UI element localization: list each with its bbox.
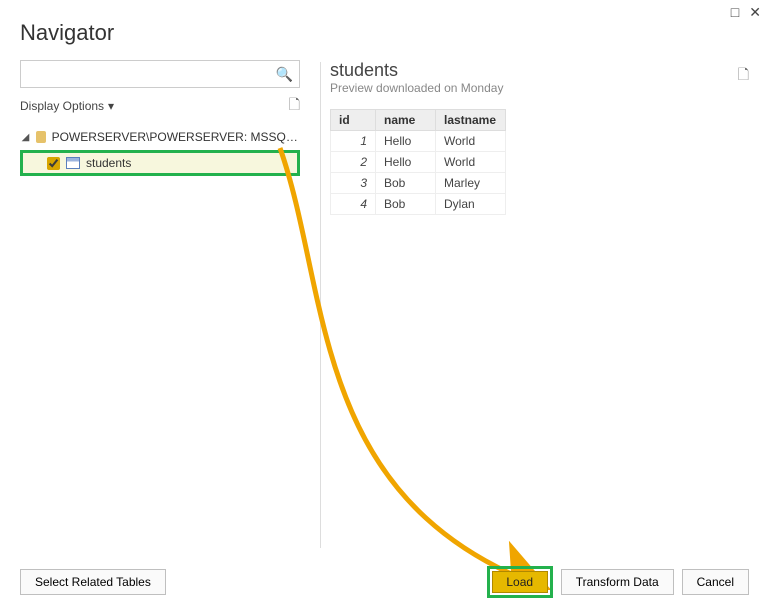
table-row: 1 Hello World [331, 131, 506, 152]
cell-name: Hello [376, 131, 436, 152]
cell-lastname: Dylan [436, 194, 506, 215]
preview-panel: students Preview downloaded on Monday 🗋 … [330, 60, 749, 215]
nav-tree: ◢ POWERSERVER\POWERSERVER: MSSQLDB [1] s… [20, 126, 300, 176]
preview-subtitle: Preview downloaded on Monday [330, 81, 749, 95]
table-row: 3 Bob Marley [331, 173, 506, 194]
cancel-button[interactable]: Cancel [682, 569, 749, 595]
maximize-icon[interactable]: □ [731, 4, 739, 21]
close-icon[interactable]: ✕ [749, 4, 761, 21]
preview-refresh-icon[interactable]: 🗋 [738, 64, 749, 88]
cell-id: 4 [331, 194, 376, 215]
students-checkbox[interactable] [47, 157, 60, 170]
refresh-icon[interactable]: 🗋 [289, 94, 300, 118]
page-title: Navigator [20, 20, 114, 46]
col-name[interactable]: name [376, 110, 436, 131]
cell-lastname: Marley [436, 173, 506, 194]
vertical-divider [320, 62, 321, 548]
search-box[interactable]: 🔍 [20, 60, 300, 88]
cell-name: Bob [376, 194, 436, 215]
load-button[interactable]: Load [492, 571, 548, 593]
select-related-tables-button[interactable]: Select Related Tables [20, 569, 166, 595]
footer: Select Related Tables Load Transform Dat… [20, 566, 749, 598]
load-highlight: Load [487, 566, 553, 598]
search-icon[interactable]: 🔍 [276, 66, 293, 83]
tree-leaf-students[interactable]: students [20, 150, 300, 176]
table-row: 4 Bob Dylan [331, 194, 506, 215]
tree-leaf-label: students [86, 156, 131, 170]
cell-lastname: World [436, 152, 506, 173]
search-input[interactable] [27, 66, 276, 82]
database-icon [35, 130, 48, 144]
table-header-row: id name lastname [331, 110, 506, 131]
tree-root-row[interactable]: ◢ POWERSERVER\POWERSERVER: MSSQLDB [1] [20, 126, 300, 148]
display-options-label: Display Options [20, 99, 104, 113]
chevron-down-icon: ▾ [108, 99, 114, 113]
cell-id: 2 [331, 152, 376, 173]
preview-table: id name lastname 1 Hello World 2 Hello W… [330, 109, 506, 215]
cell-id: 3 [331, 173, 376, 194]
left-panel: 🔍 Display Options ▾ 🗋 ◢ POWERSERVER\POWE… [20, 60, 300, 176]
cell-name: Bob [376, 173, 436, 194]
cell-id: 1 [331, 131, 376, 152]
transform-data-button[interactable]: Transform Data [561, 569, 674, 595]
cell-name: Hello [376, 152, 436, 173]
col-id[interactable]: id [331, 110, 376, 131]
table-row: 2 Hello World [331, 152, 506, 173]
display-options-dropdown[interactable]: Display Options ▾ [20, 99, 114, 113]
table-icon [66, 157, 80, 169]
col-lastname[interactable]: lastname [436, 110, 506, 131]
cell-lastname: World [436, 131, 506, 152]
preview-title: students [330, 60, 749, 81]
tree-root-label: POWERSERVER\POWERSERVER: MSSQLDB [1] [52, 130, 300, 144]
collapse-icon[interactable]: ◢ [20, 132, 31, 143]
